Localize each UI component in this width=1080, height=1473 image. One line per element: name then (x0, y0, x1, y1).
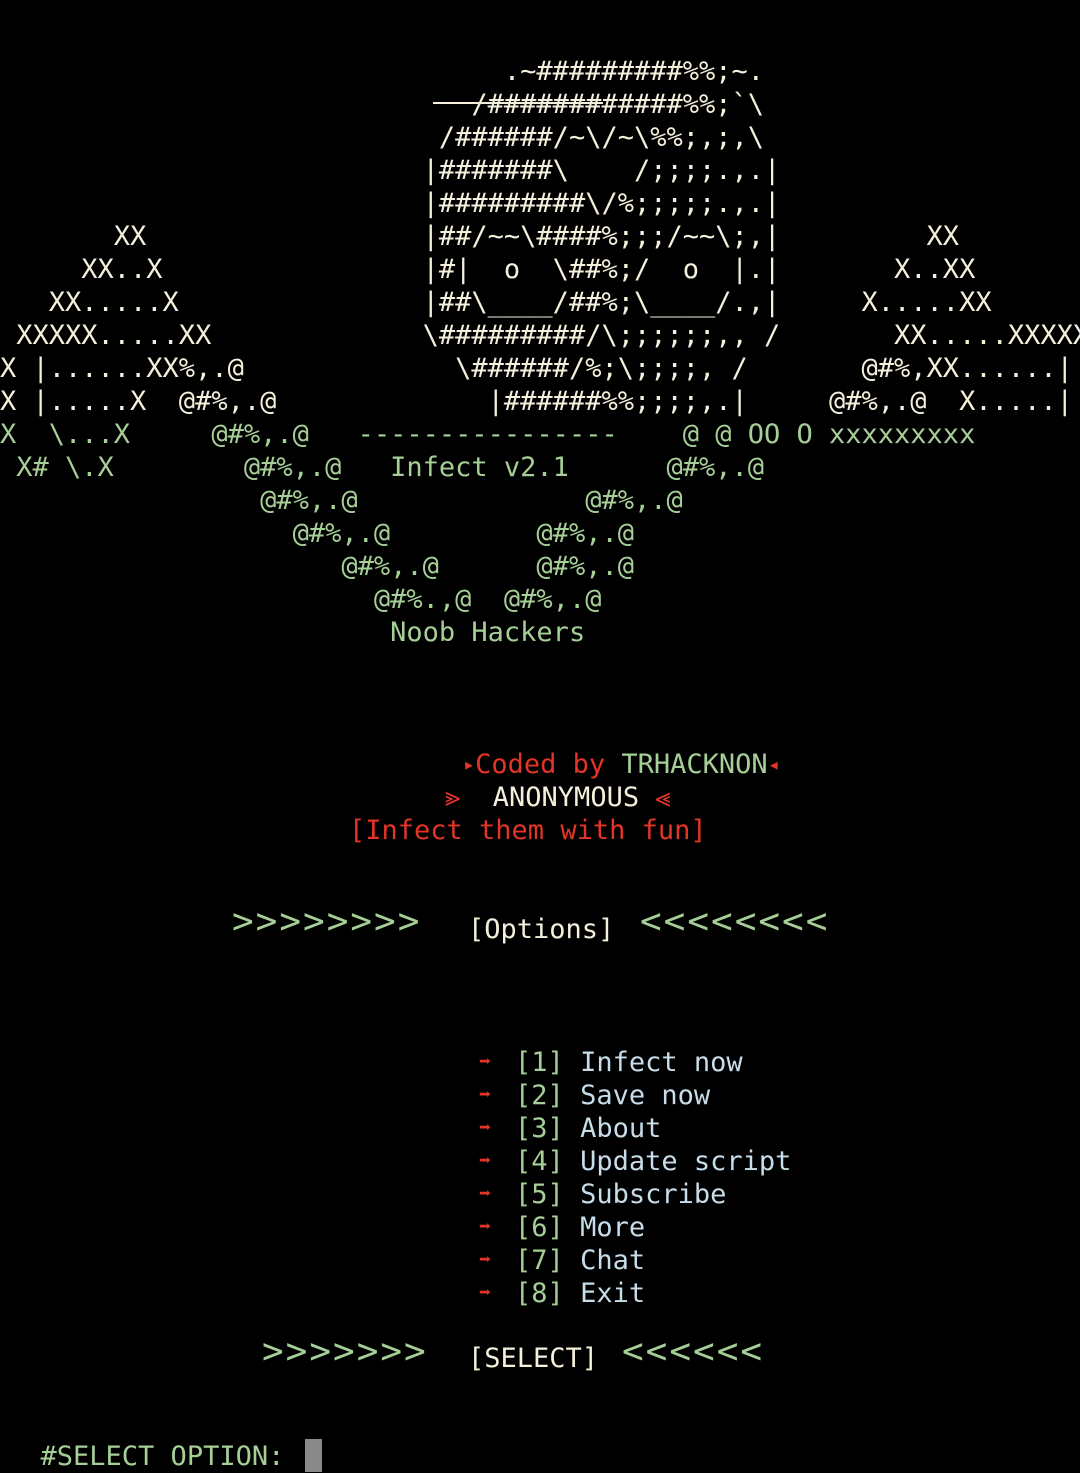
select-header-label: [SELECT] (468, 1343, 599, 1374)
ascii-art-line: .~#########%%;~. (0, 56, 765, 87)
select-option-prompt[interactable]: #SELECT OPTION: (8, 1406, 322, 1473)
terminal-screen: .~#########%%;~. /############%%;`\ /###… (0, 55, 1080, 1452)
menu-item-more[interactable]: ➡ [6] More (414, 1177, 645, 1243)
options-right-chevrons: <<<<<<<< (640, 901, 830, 942)
ascii-art-line: |#########\/%;;;;;.,.| (0, 188, 781, 219)
ascii-art-line: /######/~\/~\%%;,;,\ (0, 122, 765, 153)
version-line: X# \.X @#%,.@ Infect v2.1 @#%,.@ (0, 452, 765, 483)
ascii-art-line: XX |##/~~\####%;;;/~~\;,| XX (0, 221, 960, 252)
select-right-chevrons: <<<<<< (622, 1331, 765, 1372)
ascii-art-green-line: @#%,.@ @#%,.@ (0, 485, 683, 516)
ascii-art-line: XX.....X |##\____/##%;\____/.,| X.....XX (0, 287, 992, 318)
menu-item-infect-now[interactable]: ➡ [1] Infect now (414, 1012, 743, 1078)
prompt-label: #SELECT OPTION: (40, 1441, 301, 1473)
menu-item-subscribe[interactable]: ➡ [5] Subscribe (414, 1144, 726, 1210)
right-arrow-icon: ➡ (479, 1280, 492, 1305)
ascii-art-line: |#######\ /;;;;.,.| (0, 155, 781, 186)
menu-item-update-script[interactable]: ➡ [4] Update script (414, 1111, 791, 1177)
text-cursor[interactable] (304, 1439, 322, 1473)
ascii-art-green-line: @#%,.@ @#%,.@ (0, 518, 634, 549)
ascii-art-line: XXXXX.....XX \#########/\;;;;;;,, / XX..… (0, 320, 1080, 351)
ascii-art-green-line: X \...X @#%,.@ ---------------- @ @ OO O… (0, 419, 976, 450)
ascii-art-green-line: @#%.,@ @#%,.@ (0, 584, 602, 615)
options-header-label: [Options] (468, 914, 615, 945)
tagline: [Infect them with fun] (349, 815, 707, 846)
triangle-left-icon: ◂ (767, 752, 780, 777)
menu-item-about[interactable]: ➡ [3] About (414, 1078, 661, 1144)
double-chevron-left-icon: ⪡ (655, 782, 671, 814)
ascii-art-green-line: @#%,.@ @#%,.@ (0, 551, 634, 582)
team-name-line: Noob Hackers (0, 617, 586, 648)
ascii-art-line: X |......XX%,.@ \######/%;\;;;;, / @#%,X… (0, 353, 1080, 384)
alias-name: ANONYMOUS (492, 782, 640, 814)
menu-item-label: Exit (580, 1278, 646, 1310)
ascii-art-line: /############%%;`\ (0, 89, 765, 120)
menu-item-exit[interactable]: ➡ [8] Exit (414, 1243, 645, 1309)
options-left-chevrons: >>>>>>>> (232, 901, 422, 942)
double-chevron-right-icon: ⪢ (445, 782, 461, 814)
menu-item-chat[interactable]: ➡ [7] Chat (414, 1210, 645, 1276)
select-left-chevrons: >>>>>>> (262, 1331, 428, 1372)
ascii-art-line: XX..X |#| o \##%;/ o |.| X..XX (0, 254, 976, 285)
menu-item-save-now[interactable]: ➡ [2] Save now (414, 1045, 710, 1111)
ascii-art-line: X |.....X @#%,.@ |######%%;;;;,.| @#%,.@… (0, 386, 1080, 417)
menu-item-number: [8] (515, 1278, 564, 1310)
